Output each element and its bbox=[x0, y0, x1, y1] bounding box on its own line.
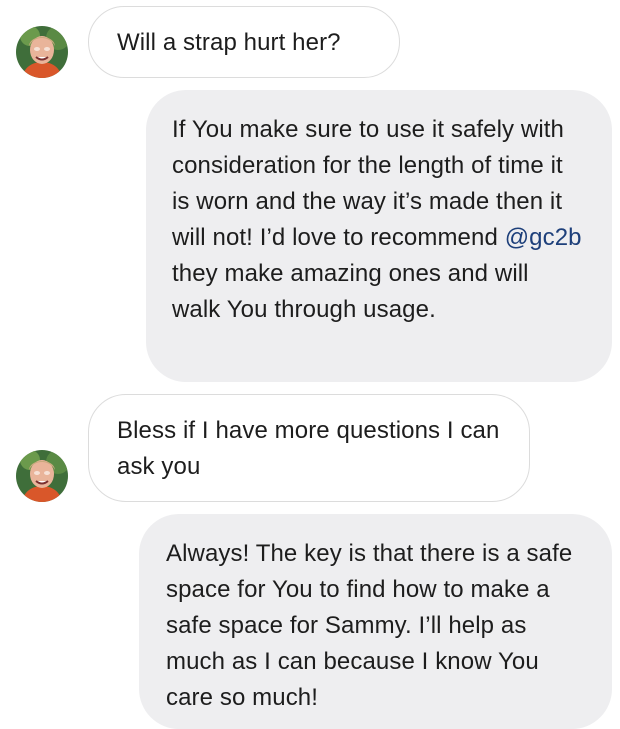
incoming-message[interactable]: Will a strap hurt her? bbox=[88, 6, 400, 78]
incoming-message[interactable]: Bless if I have more questions I can ask… bbox=[88, 394, 530, 502]
outgoing-message[interactable]: Always! The key is that there is a safe … bbox=[139, 514, 612, 729]
sender-avatar[interactable] bbox=[16, 26, 68, 78]
sender-avatar[interactable] bbox=[16, 450, 68, 502]
avatar-photo-icon bbox=[16, 450, 68, 502]
message-text: Will a strap hurt her? bbox=[117, 29, 341, 56]
avatar-photo-icon bbox=[16, 26, 68, 78]
message-text: Always! The key is that there is a safe … bbox=[166, 540, 573, 711]
message-text: they make amazing ones and will walk You… bbox=[172, 260, 529, 323]
message-text: Bless if I have more questions I can ask… bbox=[117, 417, 500, 480]
outgoing-message[interactable]: If You make sure to use it safely with c… bbox=[146, 90, 612, 382]
mention-link[interactable]: @gc2b bbox=[505, 224, 582, 251]
